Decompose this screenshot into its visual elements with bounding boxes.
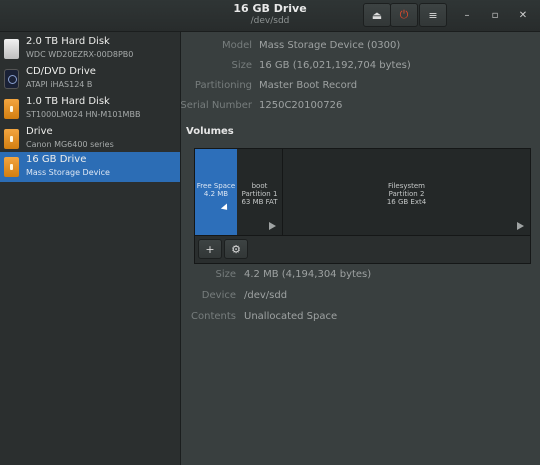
window-subtitle: /dev/sdd — [250, 16, 290, 26]
device-item-16gb-drive[interactable]: 16 GB Drive Mass Storage Device — [0, 152, 180, 182]
add-partition-button[interactable]: + — [198, 239, 222, 259]
device-title: 2.0 TB Hard Disk — [26, 36, 110, 47]
close-button[interactable]: ✕ — [515, 7, 531, 23]
device-title: 16 GB Drive — [26, 154, 87, 165]
model-label: Model — [221, 40, 252, 51]
mouse-cursor-icon — [220, 203, 231, 213]
device-value: /dev/sdd — [244, 290, 288, 301]
menu-icon: ≡ — [428, 8, 438, 22]
segment-size: 4.2 MB — [203, 190, 229, 198]
device-item-2tb-disk[interactable]: 2.0 TB Hard Disk WDC WD20EZRX-00D8PB0 — [0, 34, 180, 64]
serial-number-label: Serial Number — [180, 100, 252, 111]
volume-size-label: Size — [215, 269, 236, 280]
volume-map: Free Space 4.2 MB boot Partition 1 63 MB… — [194, 148, 531, 236]
volume-free-space[interactable]: Free Space 4.2 MB — [195, 149, 237, 235]
partitioning-value: Master Boot Record — [259, 80, 358, 91]
serial-number-value: 1250C20100726 — [259, 100, 343, 111]
segment-label: Free Space — [196, 182, 236, 190]
power-icon: ⏻ — [399, 8, 409, 21]
menu-button[interactable]: ≡ — [419, 3, 447, 27]
device-title: CD/DVD Drive — [26, 66, 96, 77]
segment-label: Filesystem — [387, 182, 426, 190]
volume-partition-2[interactable]: Filesystem Partition 2 16 GB Ext4 — [283, 149, 530, 235]
size-label: Size — [231, 60, 252, 71]
volume-toolbar: + ⚙ — [194, 236, 531, 264]
segment-size: 16 GB Ext4 — [386, 198, 427, 206]
volume-partition-1[interactable]: boot Partition 1 63 MB FAT — [237, 149, 283, 235]
segment-partition: Partition 1 — [241, 190, 278, 198]
drive-icon — [4, 39, 19, 59]
size-value: 16 GB (16,021,192,704 bytes) — [259, 60, 411, 71]
device-item-cd-dvd[interactable]: CD/DVD Drive ATAPI iHAS124 B — [0, 64, 180, 94]
volume-size-value: 4.2 MB (4,194,304 bytes) — [244, 269, 372, 280]
device-item-1tb-disk[interactable]: 1.0 TB Hard Disk ST1000LM024 HN-M101MBB — [0, 94, 180, 124]
contents-label: Contents — [191, 311, 236, 322]
close-icon: ✕ — [518, 9, 528, 21]
device-subtitle: Canon MG6400 series — [26, 140, 114, 149]
eject-button[interactable]: ⏏ — [363, 3, 391, 27]
usb-drive-icon — [4, 157, 19, 177]
minimize-icon: – — [464, 9, 470, 21]
device-subtitle: ST1000LM024 HN-M101MBB — [26, 110, 141, 119]
model-value: Mass Storage Device (0300) — [259, 40, 401, 51]
plus-icon: + — [205, 242, 215, 256]
expand-arrow-icon[interactable] — [269, 222, 276, 230]
device-sidebar: 2.0 TB Hard Disk WDC WD20EZRX-00D8PB0 CD… — [0, 32, 181, 465]
device-subtitle: WDC WD20EZRX-00D8PB0 — [26, 50, 134, 59]
eject-icon: ⏏ — [371, 8, 383, 22]
device-title: Drive — [26, 126, 53, 137]
partitioning-label: Partitioning — [194, 80, 252, 91]
expand-arrow-icon[interactable] — [517, 222, 524, 230]
device-subtitle: ATAPI iHAS124 B — [26, 80, 93, 89]
volumes-heading: Volumes — [186, 126, 234, 137]
minimize-button[interactable]: – — [459, 7, 475, 23]
maximize-icon: ▫ — [491, 9, 499, 21]
drive-icon — [4, 129, 19, 149]
device-item-canon-drive[interactable]: Drive Canon MG6400 series — [0, 124, 180, 154]
device-subtitle: Mass Storage Device — [26, 168, 110, 177]
segment-partition: Partition 2 — [388, 190, 425, 198]
gears-icon: ⚙ — [231, 242, 241, 256]
window-title: 16 GB Drive — [233, 2, 307, 15]
segment-label: boot — [251, 182, 268, 190]
contents-value: Unallocated Space — [244, 311, 338, 322]
device-title: 1.0 TB Hard Disk — [26, 96, 110, 107]
power-button[interactable]: ⏻ — [390, 3, 418, 27]
hard-disk-icon — [4, 99, 19, 119]
maximize-button[interactable]: ▫ — [487, 7, 503, 23]
optical-drive-icon — [4, 69, 19, 89]
device-label: Device — [201, 290, 236, 301]
header-bar: 16 GB Drive /dev/sdd ⏏ ⏻ ≡ – ▫ ✕ — [0, 0, 540, 32]
segment-size: 63 MB FAT — [241, 198, 278, 206]
partition-settings-button[interactable]: ⚙ — [224, 239, 248, 259]
